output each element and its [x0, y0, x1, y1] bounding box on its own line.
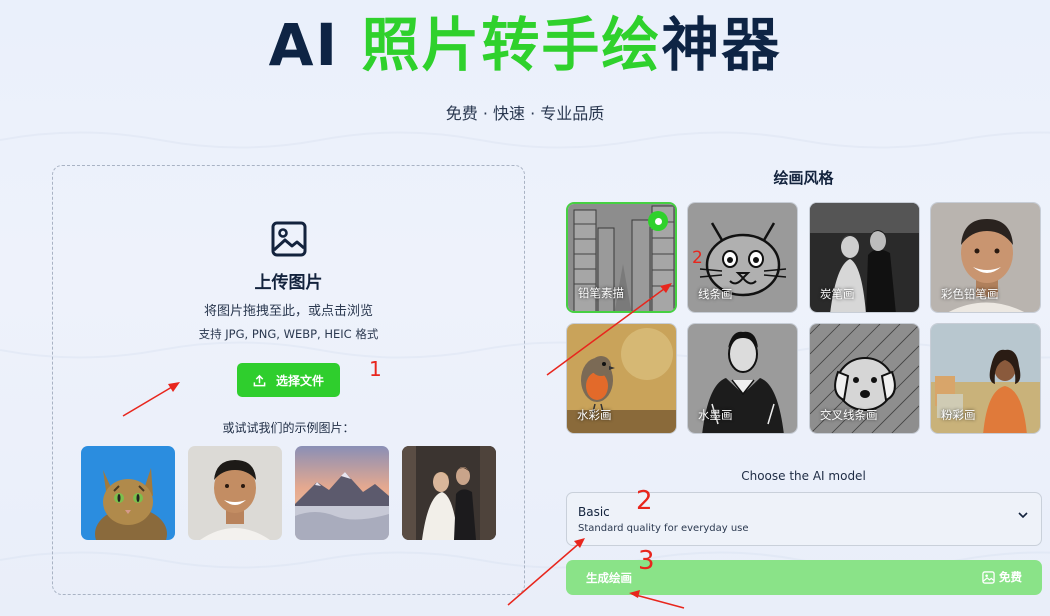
- style-section-title: 绘画风格: [773, 169, 834, 187]
- upload-title: 上传图片: [254, 273, 323, 293]
- style-label: 炭笔画: [820, 287, 855, 301]
- supported-formats: 支持 JPG, PNG, WEBP, HEIC 格式: [198, 327, 379, 341]
- style-label: 水彩画: [577, 408, 612, 422]
- style-label: 交叉线条画: [820, 408, 878, 422]
- style-card-pastel[interactable]: 粉彩画: [930, 323, 1041, 434]
- free-badge: 免费: [982, 569, 1022, 585]
- model-label: Choose the AI model: [741, 469, 866, 483]
- choose-file-label: 选择文件: [275, 373, 324, 388]
- title-ai: AI: [268, 11, 340, 79]
- annotation-number: 1: [369, 357, 382, 381]
- choose-file-button[interactable]: 选择文件: [237, 363, 340, 397]
- example-image-cat[interactable]: [81, 446, 175, 540]
- style-card-colored-pencil[interactable]: 彩色铅笔画: [930, 202, 1041, 313]
- model-description: Standard quality for everyday use: [578, 523, 749, 534]
- title-highlight: 照片转手绘: [361, 11, 662, 79]
- image-icon: [271, 221, 307, 257]
- style-card-ink[interactable]: 水墨画: [687, 323, 798, 434]
- example-image-couple[interactable]: [402, 446, 496, 540]
- free-label: 免费: [999, 570, 1022, 584]
- style-label: 铅笔素描: [578, 286, 624, 300]
- style-label: 线条画: [698, 287, 733, 301]
- style-card-line-art[interactable]: 线条画: [687, 202, 798, 313]
- generate-label: 生成绘画: [586, 571, 632, 585]
- background-wave: [0, 131, 1050, 149]
- style-label: 彩色铅笔画: [941, 287, 999, 301]
- examples-label: 或试试我们的示例图片：: [222, 421, 355, 435]
- example-image-portrait[interactable]: [188, 446, 282, 540]
- example-image-mountain[interactable]: [295, 446, 389, 540]
- page-title: AI 照片转手绘神器: [0, 8, 1050, 82]
- upload-icon: [253, 374, 266, 386]
- chevron-down-icon: [1018, 512, 1028, 519]
- style-label: 水墨画: [698, 408, 733, 422]
- page-subtitle: 免费 · 快速 · 专业品质: [445, 104, 605, 123]
- upload-dropzone[interactable]: 上传图片 将图片拖拽至此，或点击浏览 支持 JPG, PNG, WEBP, HE…: [52, 165, 525, 595]
- example-images: [81, 446, 497, 542]
- upload-hint: 将图片拖拽至此，或点击浏览: [203, 304, 373, 319]
- style-label: 粉彩画: [941, 408, 976, 422]
- style-card-watercolor[interactable]: 水彩画: [566, 323, 677, 434]
- style-card-pencil-sketch[interactable]: 铅笔素描: [566, 202, 677, 313]
- selected-check-icon: [648, 211, 668, 231]
- style-card-crosshatch[interactable]: 交叉线条画: [809, 323, 920, 434]
- annotation-arrow: [631, 593, 685, 609]
- annotation-number: 2: [636, 486, 653, 516]
- model-name: Basic: [578, 505, 610, 519]
- title-suffix: 神器: [661, 11, 782, 79]
- image-icon: [982, 570, 995, 584]
- style-card-charcoal[interactable]: 炭笔画: [809, 202, 920, 313]
- style-grid: 铅笔素描 线条画 炭笔画 彩色铅笔画 水彩画 水墨画 交叉线条画 粉彩画: [566, 202, 1042, 436]
- annotation-number: 3: [638, 546, 655, 576]
- annotation-number: 2: [692, 248, 703, 268]
